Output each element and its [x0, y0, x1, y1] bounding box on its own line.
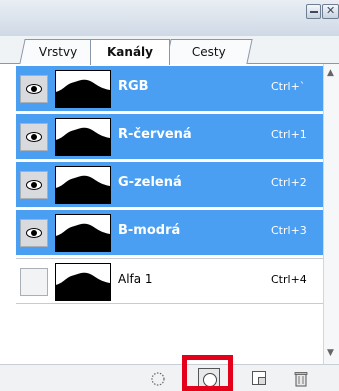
- channel-shortcut: Ctrl+`: [271, 80, 306, 93]
- tab-layers[interactable]: Vrstvy: [19, 39, 97, 64]
- channel-shortcut: Ctrl+2: [271, 176, 307, 189]
- channel-row-red[interactable]: R-červená Ctrl+1: [16, 114, 323, 160]
- channel-row-blue[interactable]: B-modrá Ctrl+3: [16, 210, 323, 256]
- channel-name: Alfa 1: [118, 272, 153, 286]
- new-channel-icon[interactable]: [252, 371, 266, 385]
- panel-bottom-toolbar: [0, 364, 339, 391]
- close-icon[interactable]: [322, 4, 339, 19]
- visibility-eye-icon[interactable]: [20, 75, 48, 103]
- visibility-eye-icon[interactable]: [20, 171, 48, 199]
- highlight-box: [182, 355, 233, 391]
- tab-paths-label: Cesty: [191, 45, 226, 59]
- tab-channels-label: Kanály: [107, 45, 153, 59]
- channel-thumbnail: [55, 166, 111, 204]
- channel-row-green[interactable]: G-zelená Ctrl+2: [16, 162, 323, 208]
- channel-thumbnail: [55, 214, 111, 252]
- channel-name: R-červená: [118, 127, 192, 142]
- channel-row-rgb[interactable]: RGB Ctrl+`: [16, 66, 323, 112]
- visibility-eye-icon[interactable]: [20, 123, 48, 151]
- channel-thumbnail: [55, 263, 111, 301]
- channel-shortcut: Ctrl+4: [271, 273, 307, 286]
- channels-panel: Vrstvy Kanály Cesty » RGB Ctrl+`: [0, 0, 339, 391]
- channel-shortcut: Ctrl+3: [271, 224, 307, 237]
- tab-channels[interactable]: Kanály: [90, 39, 170, 65]
- channel-thumbnail: [55, 70, 111, 108]
- tab-paths[interactable]: Cesty: [165, 39, 253, 64]
- delete-channel-icon[interactable]: [294, 371, 308, 387]
- panel-titlebar: [0, 0, 339, 36]
- load-selection-icon[interactable]: [150, 371, 166, 387]
- visibility-eye-icon[interactable]: [20, 219, 48, 247]
- tab-layers-label: Vrstvy: [38, 45, 78, 59]
- panel-tabs: Vrstvy Kanály Cesty »: [0, 36, 339, 93]
- visibility-toggle[interactable]: [20, 268, 48, 296]
- channel-name: G-zelená: [118, 175, 182, 190]
- channel-shortcut: Ctrl+1: [271, 128, 307, 141]
- minimize-icon[interactable]: [306, 4, 321, 19]
- channel-row-alpha1[interactable]: Alfa 1 Ctrl+4: [16, 258, 323, 304]
- channel-list: RGB Ctrl+` R-červená Ctrl+1 G-zelená Ctr…: [16, 64, 323, 364]
- scroll-down-icon[interactable]: ▼: [327, 348, 334, 358]
- channel-name: RGB: [118, 79, 149, 94]
- scroll-up-icon[interactable]: ▲: [327, 68, 334, 78]
- vertical-scrollbar[interactable]: ▲ ▼: [323, 64, 339, 364]
- channel-thumbnail: [55, 118, 111, 156]
- channel-name: B-modrá: [118, 223, 181, 238]
